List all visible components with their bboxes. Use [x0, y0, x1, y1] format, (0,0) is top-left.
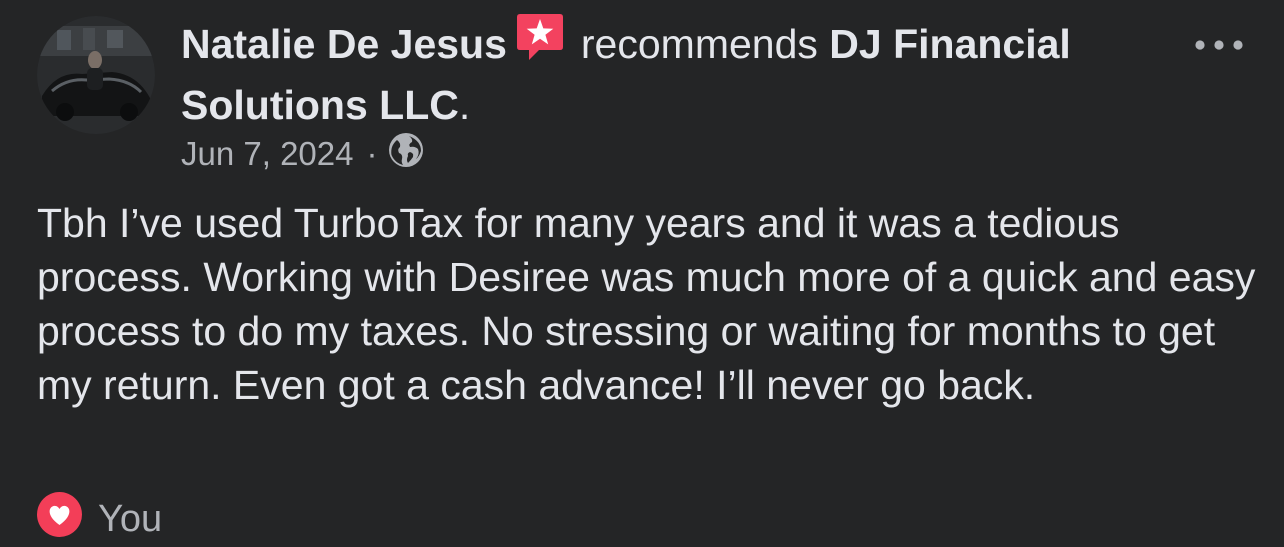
- more-options-button[interactable]: [1190, 24, 1250, 64]
- post-body-text: Tbh I’ve used TurboTax for many years an…: [37, 200, 1256, 408]
- recommendation-star-icon: [516, 14, 563, 77]
- globe-icon[interactable]: [388, 132, 424, 176]
- more-horizontal-icon: [1195, 40, 1243, 50]
- reactions-summary[interactable]: You: [37, 491, 163, 543]
- header-period: .: [458, 82, 471, 128]
- reactions-label: You: [98, 497, 163, 540]
- love-reaction-icon: [37, 491, 98, 547]
- avatar-photo: [37, 16, 155, 134]
- post-meta: Jun 7, 2024 ·: [181, 132, 424, 176]
- recommendation-post: Natalie De Jesus recommends DJ Financial …: [0, 0, 1284, 547]
- meta-separator: ·: [366, 135, 378, 172]
- post-header: Natalie De Jesus recommends DJ Financial …: [181, 14, 1171, 134]
- author-name[interactable]: Natalie De Jesus: [181, 21, 507, 67]
- post-date[interactable]: Jun 7, 2024: [181, 135, 353, 173]
- recommends-text: recommends: [580, 21, 818, 67]
- author-avatar[interactable]: [37, 16, 155, 134]
